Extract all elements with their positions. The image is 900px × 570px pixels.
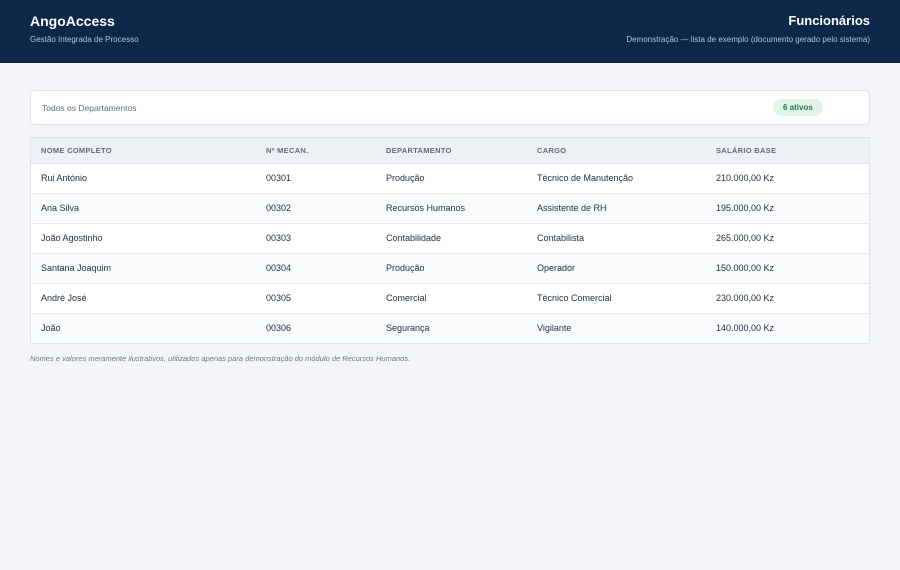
column-header-number[interactable]: Nº MECAN. (256, 138, 376, 164)
cell-department: Segurança (386, 323, 430, 334)
cell-salary: 210.000,00 Kz (706, 163, 869, 194)
cell-salary: 140.000,00 Kz (716, 323, 775, 334)
cell-number: 00302 (256, 193, 376, 224)
cell-name: Rui António (31, 163, 256, 194)
cell-name: Santana Joaquim (31, 253, 256, 284)
employees-table-container: NOME COMPLETO Nº MECAN. DEPARTAMENTO CAR… (30, 137, 870, 344)
cell-number: 00305 (256, 283, 376, 314)
department-filter-bar: Todos os Departamentos 6 ativos (30, 90, 870, 125)
cell-name: Ana Silva (31, 193, 256, 224)
table-row[interactable]: João 00306 Segurança Vigilante 140.000,0… (31, 313, 869, 343)
cell-salary: 230.000,00 Kz (706, 283, 869, 314)
table-header-row: NOME COMPLETO Nº MECAN. DEPARTAMENTO CAR… (31, 138, 869, 164)
cell-role: Operador (527, 253, 706, 284)
table-row[interactable]: João Agostinho 00303 Contabilidade Conta… (31, 223, 869, 254)
table-row[interactable]: Rui António 00301 Produção Técnico de Ma… (31, 163, 869, 194)
app-brand-subtitle: Gestão Integrada de Processo (30, 35, 139, 44)
cell-name: João Agostinho (31, 223, 256, 254)
cell-role: Técnico Comercial (527, 283, 706, 314)
cell-salary: 150.000,00 Kz (706, 253, 869, 284)
column-header-name[interactable]: NOME COMPLETO (31, 138, 256, 164)
app-header: AngoAccess Gestão Integrada de Processo … (0, 0, 900, 63)
active-count-badge: 6 ativos (773, 99, 823, 116)
cell-department: Produção (376, 163, 527, 194)
app-brand[interactable]: AngoAccess (30, 13, 139, 29)
main-content: Todos os Departamentos 6 ativos NOME COM… (0, 63, 900, 363)
cell-department: Produção (376, 253, 527, 284)
column-header-department[interactable]: DEPARTAMENTO (376, 138, 527, 164)
cell-salary: 265.000,00 Kz (706, 223, 869, 254)
cell-role: Contabilista (527, 223, 706, 254)
disclaimer-note: Nomes e valores meramente ilustrativos, … (30, 354, 411, 363)
cell-number: 00304 (256, 253, 376, 284)
brand-block: AngoAccess Gestão Integrada de Processo (30, 13, 139, 44)
cell-name: André José (31, 283, 256, 314)
cell-name: João (41, 323, 61, 334)
cell-department: Contabilidade (376, 223, 527, 254)
column-header-role[interactable]: CARGO (527, 138, 706, 164)
page-heading-block: Funcionários Demonstração — lista de exe… (626, 13, 870, 44)
cell-number: 00301 (256, 163, 376, 194)
department-filter[interactable]: Todos os Departamentos (42, 103, 137, 113)
cell-salary: 195.000,00 Kz (706, 193, 869, 224)
page-subtitle: Demonstração — lista de exemplo (documen… (626, 35, 870, 44)
table-row[interactable]: André José 00305 Comercial Técnico Comer… (31, 283, 869, 314)
cell-department: Comercial (376, 283, 527, 314)
cell-role: Técnico de Manutenção (527, 163, 706, 194)
cell-number: 00303 (256, 223, 376, 254)
page-title: Funcionários (788, 13, 870, 28)
cell-role: Vigilante (537, 323, 572, 334)
cell-role: Assistente de RH (527, 193, 706, 224)
column-header-salary[interactable]: SALÁRIO BASE (706, 138, 869, 164)
employees-table: NOME COMPLETO Nº MECAN. DEPARTAMENTO CAR… (31, 138, 869, 343)
table-row[interactable]: Ana Silva 00302 Recursos Humanos Assiste… (31, 193, 869, 224)
table-row[interactable]: Santana Joaquim 00304 Produção Operador … (31, 253, 869, 284)
cell-department: Recursos Humanos (376, 193, 527, 224)
cell-number: 00306 (266, 323, 292, 334)
